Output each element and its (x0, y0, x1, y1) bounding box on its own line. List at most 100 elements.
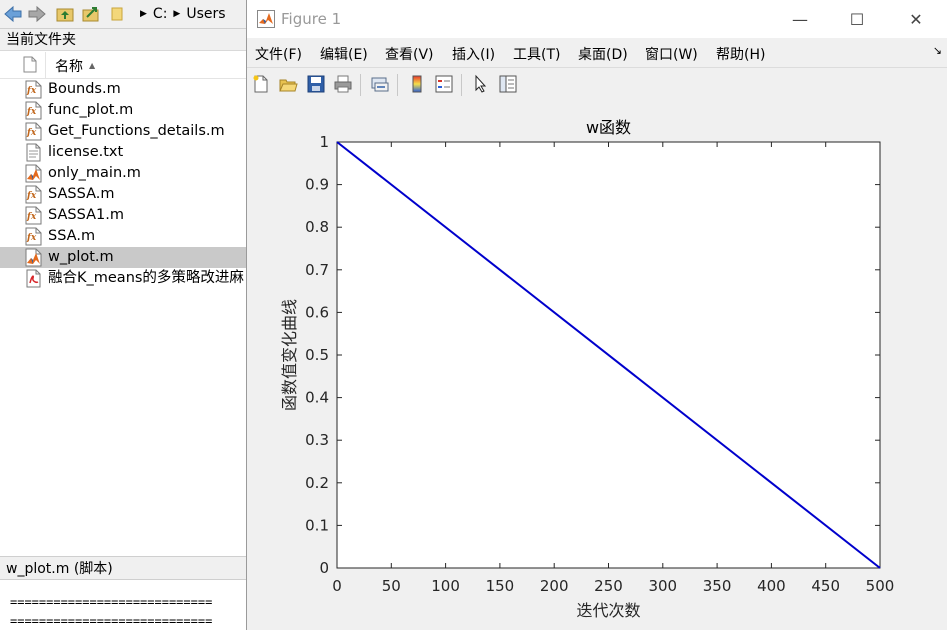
breadcrumb: ▶ C: ▶ Users (140, 0, 226, 28)
menu-insert[interactable]: 插入(I) (452, 44, 495, 64)
file-name: 融合K_means的多策略改进麻 (48, 270, 244, 286)
y-tick-label: 0 (319, 559, 329, 577)
document-icon (23, 56, 37, 77)
x-axis-label: 迭代次数 (576, 601, 640, 620)
y-axis-label: 函数值变化曲线 (280, 299, 299, 411)
preview-line: ============================ (10, 614, 213, 628)
list-item[interactable]: w_plot.m (0, 247, 246, 268)
menu-view[interactable]: 查看(V) (385, 44, 434, 64)
file-name: Get_Functions_details.m (48, 123, 225, 139)
plot-area[interactable]: 0 50 100 150 200 250 300 350 400 450 500 0 0.1 0.2 0.3… (247, 101, 946, 630)
menu-bar: 文件(F) 编辑(E) 查看(V) 插入(I) 工具(T) 桌面(D) 窗口(W… (247, 38, 947, 66)
property-inspector-icon[interactable] (496, 72, 520, 96)
function-file-icon: fx (24, 206, 43, 225)
x-tick-label: 200 (540, 577, 569, 595)
details-panel-title: w_plot.m (脚本) (0, 556, 246, 580)
forward-arrow-icon[interactable] (26, 4, 48, 24)
file-name: SSA.m (48, 228, 96, 244)
panel-title: 当前文件夹 (0, 29, 246, 51)
list-item[interactable]: 融合K_means的多策略改进麻 (0, 268, 246, 289)
file-name: SASSA1.m (48, 207, 124, 223)
back-arrow-icon[interactable] (2, 4, 24, 24)
menu-window[interactable]: 窗口(W) (645, 44, 698, 64)
open-file-icon[interactable] (276, 72, 300, 96)
file-list: fx Bounds.m fx func_plot.m fx Get_Functions_d… (0, 79, 246, 289)
y-tick-label: 1 (319, 133, 329, 151)
list-item[interactable]: only_main.m (0, 163, 246, 184)
breadcrumb-item-users[interactable]: Users (186, 6, 225, 22)
script-file-icon (24, 164, 43, 183)
menu-desktop[interactable]: 桌面(D) (578, 44, 628, 64)
maximize-button[interactable]: ☐ (842, 6, 872, 32)
list-item[interactable]: fx SASSA.m (0, 184, 246, 205)
print-icon[interactable] (331, 72, 355, 96)
browse-folder-icon[interactable] (80, 4, 102, 24)
list-item[interactable]: fx Get_Functions_details.m (0, 121, 246, 142)
list-item[interactable]: fx SSA.m (0, 226, 246, 247)
edit-plot-arrow-icon[interactable] (469, 72, 493, 96)
function-file-icon: fx (24, 80, 43, 99)
figure-toolbar (247, 67, 947, 102)
column-header: 名称 ▲ (0, 52, 246, 79)
menu-file[interactable]: 文件(F) (255, 44, 302, 64)
y-tick-label: 0.6 (305, 303, 329, 321)
insert-colorbar-icon[interactable] (405, 72, 429, 96)
link-plot-icon[interactable] (368, 72, 392, 96)
x-tick-label: 500 (866, 577, 895, 595)
minimize-button[interactable]: — (785, 6, 815, 32)
menu-edit[interactable]: 编辑(E) (320, 44, 368, 64)
toolbar-separator (461, 74, 462, 96)
x-tick-label: 350 (703, 577, 732, 595)
save-icon[interactable] (304, 72, 328, 96)
window-title: Figure 1 (281, 10, 342, 28)
close-button[interactable]: ✕ (901, 6, 931, 32)
menu-help[interactable]: 帮助(H) (716, 44, 765, 64)
x-tick-label: 300 (648, 577, 677, 595)
breadcrumb-item-drive[interactable]: C: (153, 6, 168, 22)
file-name: license.txt (48, 144, 124, 160)
y-tick-label: 0.2 (305, 474, 329, 492)
svg-text:fx: fx (26, 107, 37, 117)
file-name: SASSA.m (48, 186, 115, 202)
list-item[interactable]: fx SASSA1.m (0, 205, 246, 226)
toolbar-separator (360, 74, 361, 96)
y-tick-label: 0.7 (305, 261, 329, 279)
svg-text:fx: fx (26, 233, 37, 243)
column-name-header[interactable]: 名称 (55, 56, 83, 76)
y-tick-label: 0.3 (305, 431, 329, 449)
matlab-logo-icon (257, 10, 275, 32)
figure-canvas: 0 50 100 150 200 250 300 350 400 450 500 0 0.1 0.2 0.3… (247, 101, 947, 630)
chart-title: w函数 (586, 118, 631, 137)
list-item[interactable]: license.txt (0, 142, 246, 163)
x-tick-label: 450 (811, 577, 840, 595)
file-name: func_plot.m (48, 102, 134, 118)
breadcrumb-chevron-icon: ▶ (140, 9, 147, 19)
y-tick-label: 0.1 (305, 516, 329, 534)
menu-tools[interactable]: 工具(T) (513, 44, 560, 64)
toolbar-separator (397, 74, 398, 96)
x-tick-label: 250 (594, 577, 623, 595)
function-file-icon: fx (24, 122, 43, 141)
list-item[interactable]: fx Bounds.m (0, 79, 246, 100)
file-name: Bounds.m (48, 81, 121, 97)
x-tick-label: 100 (431, 577, 460, 595)
y-tick-label: 0.9 (305, 176, 329, 194)
current-folder-panel: ▶ C: ▶ Users 当前文件夹 名称 ▲ fx Bounds.m fx func… (0, 0, 246, 630)
pdf-file-icon (24, 269, 43, 288)
file-name: w_plot.m (48, 249, 114, 265)
x-tick-label: 0 (332, 577, 342, 595)
insert-legend-icon[interactable] (432, 72, 456, 96)
new-figure-icon[interactable] (249, 72, 273, 96)
sort-ascending-icon: ▲ (89, 61, 96, 70)
function-file-icon: fx (24, 227, 43, 246)
text-file-icon (24, 143, 43, 162)
y-tick-label: 0.4 (305, 389, 329, 407)
svg-text:fx: fx (26, 191, 37, 201)
figure-window: Figure 1 — ☐ ✕ 文件(F) 编辑(E) 查看(V) 插入(I) 工… (246, 0, 947, 630)
function-file-icon: fx (24, 185, 43, 204)
up-folder-icon[interactable] (54, 4, 76, 24)
preview-line: ============================ (10, 595, 213, 609)
dock-arrow-icon[interactable]: ↘ (933, 44, 942, 57)
list-item[interactable]: fx func_plot.m (0, 100, 246, 121)
address-bar: ▶ C: ▶ Users (0, 0, 246, 29)
